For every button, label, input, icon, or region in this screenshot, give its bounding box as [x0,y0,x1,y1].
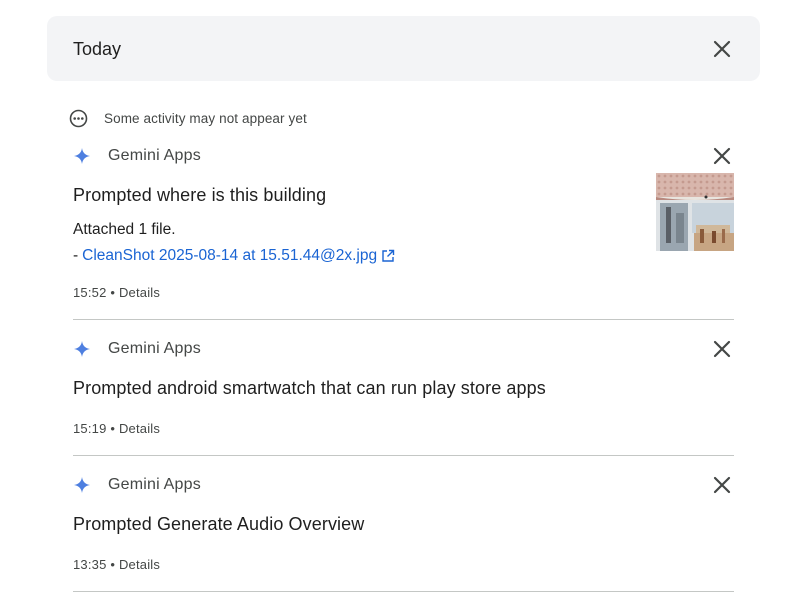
gemini-sparkle-icon [74,477,90,493]
entry-source: Gemini Apps [73,473,201,497]
attachment-row: - CleanShot 2025-08-14 at 15.51.44@2x.jp… [73,247,395,265]
entry-meta: 15:52 • Details [73,285,160,300]
day-title: Today [73,39,122,59]
activity-notice: Some activity may not appear yet [69,108,307,128]
close-icon [713,476,731,494]
entry-time: 15:52 [73,285,107,300]
attachment-file-link[interactable]: CleanShot 2025-08-14 at 15.51.44@2x.jpg [82,247,377,265]
entry-meta: 13:35 • Details [73,557,160,572]
delete-entry-button[interactable] [710,144,734,168]
entry-divider [73,591,734,592]
activity-page: Today Some activity may not appear yet G… [0,0,800,605]
gemini-sparkle-icon [74,148,90,164]
activity-entry: Gemini Apps Prompted android smartwatch … [73,337,734,457]
close-day-button[interactable] [710,37,734,61]
delete-entry-button[interactable] [710,337,734,361]
entry-source: Gemini Apps [73,337,201,361]
open-in-new-icon[interactable] [381,249,395,263]
entry-divider [73,319,734,320]
entry-time: 15:19 [73,421,107,436]
source-name: Gemini Apps [108,340,201,357]
details-link[interactable]: Details [119,557,160,572]
building-photo-thumbnail [656,173,734,251]
entry-title: Prompted where is this building [73,185,327,205]
entry-meta: 15:19 • Details [73,421,160,436]
day-header: Today [47,16,760,81]
entry-title: Prompted android smartwatch that can run… [73,378,546,398]
gemini-sparkle-icon [74,341,90,357]
entry-divider [73,455,734,456]
entry-time: 13:35 [73,557,107,572]
activity-entry: Gemini Apps Prompted where is this build… [73,144,734,320]
delete-entry-button[interactable] [710,473,734,497]
source-name: Gemini Apps [108,147,201,164]
details-link[interactable]: Details [119,421,160,436]
attachment-dash: - [73,247,79,264]
notice-text: Some activity may not appear yet [104,110,307,126]
close-icon [713,147,731,165]
details-link[interactable]: Details [119,285,160,300]
source-name: Gemini Apps [108,476,201,493]
entry-source: Gemini Apps [73,144,201,168]
meta-separator: • [110,421,116,436]
activity-entry: Gemini Apps Prompted Generate Audio Over… [73,473,734,593]
close-icon [713,340,731,358]
meta-separator: • [110,557,116,572]
attachment-thumbnail[interactable] [656,173,734,251]
more-horizontal-circle-icon [69,109,88,127]
close-icon [713,40,731,58]
entry-title: Prompted Generate Audio Overview [73,514,365,534]
attachment-text: Attached 1 file. [73,221,176,238]
meta-separator: • [110,285,116,300]
